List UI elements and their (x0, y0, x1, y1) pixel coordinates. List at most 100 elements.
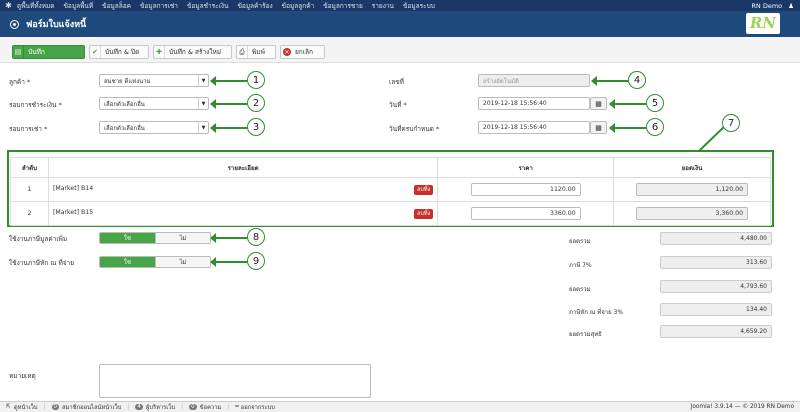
subtotal-label: ยอดรวม (569, 238, 591, 245)
vat-no-option[interactable]: ไม่ (154, 233, 210, 243)
rent-cycle-label: รอบการเช่า * (9, 125, 48, 133)
logout-link[interactable]: ━ ออกจากระบบ (235, 402, 275, 412)
number-field: สร้างอัตโนมัติ (478, 74, 590, 87)
row-detail: [Market] B14 ลบทิ้ง (47, 177, 439, 202)
external-link-icon: ⇱ (6, 404, 11, 410)
nav-item-areas[interactable]: ข้อมูลพื้นที่ (63, 1, 93, 11)
nav-item-sales[interactable]: ข้อมูลการชาย (323, 1, 363, 11)
cancel-button[interactable]: ✕ ยกเลิก (280, 45, 325, 59)
vat-toggle[interactable]: ใช่ ไม่ (99, 232, 211, 244)
vat-yes-option[interactable]: ใช่ (100, 233, 155, 243)
row-amount-cell: 3,360.00 (613, 201, 771, 226)
wht-toggle[interactable]: ใช่ ไม่ (99, 256, 211, 268)
minus-icon: ━ (235, 404, 239, 410)
chevron-down-icon: ▼ (198, 122, 208, 133)
vat-amount-label: ภาษี 7% (569, 262, 592, 269)
version-text: Joomla! 3.9.14 — © 2019 RN Demo (690, 404, 794, 410)
row-price-cell: 1120.00 (437, 177, 615, 202)
annotation-arrow (609, 99, 646, 109)
save-new-button[interactable]: ✚ บันทึก & สร้างใหม่ (153, 45, 232, 59)
table-row: 2 [Market] B15 ลบทิ้ง 3360.00 3,360.00 (10, 201, 771, 226)
nav-item-system[interactable]: ข้อมูลระบบ (403, 1, 435, 11)
amount-field: 3,360.00 (636, 207, 749, 220)
annotation-9: 9 (247, 252, 265, 270)
row-number: 1 (10, 177, 49, 202)
admins-online[interactable]: 4 ผู้บริหารเว็บ (135, 402, 175, 412)
top-nav: ดูพื้นที่ทั้งหมด ข้อมูลพื้นที่ ข้อมูลล็อ… (17, 1, 435, 11)
row-number: 2 (10, 201, 49, 226)
column-header: ลำดับ (10, 157, 49, 178)
net-total-value: 4,659.20 (660, 325, 772, 338)
annotation-8: 8 (247, 228, 265, 246)
annotation-arrow (210, 76, 247, 86)
print-icon: ⎙ (237, 46, 248, 58)
chevron-down-icon: ▼ (198, 98, 208, 109)
annotation-arrow (210, 257, 247, 267)
messages-count-badge: 0 (189, 404, 197, 410)
annotation-arrow (210, 233, 247, 243)
payment-cycle-select[interactable]: เลือกตัวเลือกอื่น ▼ (99, 97, 209, 110)
delete-row-button[interactable]: ลบทิ้ง (414, 208, 434, 219)
top-menu-bar: ✱ ดูพื้นที่ทั้งหมด ข้อมูลพื้นที่ ข้อมูลล… (0, 0, 800, 11)
save-close-button[interactable]: ✔ บันทึก & ปิด (89, 45, 149, 59)
messages-link[interactable]: 0 ข้อความ (189, 402, 221, 412)
subtotal-value: 4,480.00 (660, 232, 772, 245)
wht-amount-value: 134.40 (660, 303, 772, 316)
annotation-7: 7 (722, 114, 740, 132)
nav-item-payments[interactable]: ข้อมูลชำระเงิน (187, 1, 229, 11)
annotation-arrow (210, 123, 247, 133)
nav-item-requests[interactable]: ข้อมูลค้าร้อง (237, 1, 272, 11)
calendar-icon[interactable]: ▦ (590, 121, 607, 134)
visitors-count-badge: 0 (51, 404, 60, 410)
annotation-5: 5 (646, 94, 664, 112)
page-title: ฟอร์มใบแจ้งหนี้ (26, 20, 87, 30)
remark-textarea[interactable] (99, 364, 371, 398)
view-site-link[interactable]: ⇱ ดูหน้าเว็บ (6, 402, 38, 412)
nav-item-rentals[interactable]: ข้อมูลการเช่า (140, 1, 178, 11)
remark-label: หมายเหตุ (9, 372, 36, 380)
annotation-4: 4 (628, 71, 646, 89)
column-header: ยอดเงิน (613, 157, 771, 178)
wht-yes-option[interactable]: ใช่ (100, 257, 155, 267)
save-button[interactable]: ▤ บันทึก (12, 45, 85, 59)
joomla-icon[interactable]: ✱ (4, 1, 13, 10)
nav-item-reports[interactable]: รายงาน (372, 1, 394, 11)
price-input[interactable]: 3360.00 (470, 207, 581, 220)
annotation-6: 6 (646, 118, 664, 136)
date-field[interactable]: 2019-12-18 15:56:40 (478, 97, 590, 110)
user-menu[interactable]: RN Demo (751, 2, 782, 10)
annotation-arrow (210, 99, 247, 109)
user-icon[interactable]: ♟ (788, 2, 794, 10)
due-date-field[interactable]: 2019-12-18 15:56:40 (478, 121, 590, 134)
vat-amount-value: 313.60 (660, 256, 772, 269)
nav-item-customers[interactable]: ข้อมูลลูกค้า (282, 1, 315, 11)
nav-item-locks[interactable]: ข้อมูลล็อค (102, 1, 131, 11)
wht-no-option[interactable]: ไม่ (154, 257, 210, 267)
save-icon: ▤ (13, 46, 24, 58)
calendar-icon[interactable]: ▦ (590, 97, 607, 110)
brand-logo: RN (745, 13, 780, 34)
due-date-label: วันที่ครบกำหนด * (389, 125, 440, 133)
page-header: ฟอร์มใบแจ้งหนี้ RN (0, 11, 800, 37)
plus-icon: ✚ (154, 46, 165, 58)
delete-row-button[interactable]: ลบทิ้ง (414, 184, 434, 195)
items-table: ลำดับ รายละเอียด ราคา ยอดเงิน 1 [Market]… (10, 157, 771, 226)
annotation-2: 2 (247, 94, 265, 112)
date-label: วันที่ * (389, 101, 407, 109)
vat-label: ใช้งานภาษีมูลค่าเพิ่ม (9, 235, 68, 243)
annotation-arrow (698, 126, 725, 152)
toolbar: ▤ บันทึก ✔ บันทึก & ปิด ✚ บันทึก & สร้าง… (0, 37, 800, 63)
print-button[interactable]: ⎙ พิมพ์ (236, 45, 276, 59)
customer-select[interactable]: สมชาย ดีแห่งนาม ▼ (99, 74, 209, 87)
column-header: รายละเอียด (47, 157, 439, 178)
visitors-online[interactable]: 0 สมาชิกออนไลน์หน้าเว็บ (51, 402, 121, 412)
price-input[interactable]: 1120.00 (470, 183, 581, 196)
amount-field: 1,120.00 (636, 183, 749, 196)
rent-cycle-select[interactable]: เลือกตัวเลือกอื่น ▼ (99, 121, 209, 134)
table-row: 1 [Market] B14 ลบทิ้ง 1120.00 1,120.00 (10, 177, 771, 202)
number-label: เลขที่ (389, 78, 404, 86)
row-amount-cell: 1,120.00 (613, 177, 771, 202)
close-icon: ✕ (283, 48, 291, 56)
nav-item-all-areas[interactable]: ดูพื้นที่ทั้งหมด (17, 1, 54, 11)
status-bar: ⇱ ดูหน้าเว็บ | 0 สมาชิกออนไลน์หน้าเว็บ |… (0, 401, 800, 412)
